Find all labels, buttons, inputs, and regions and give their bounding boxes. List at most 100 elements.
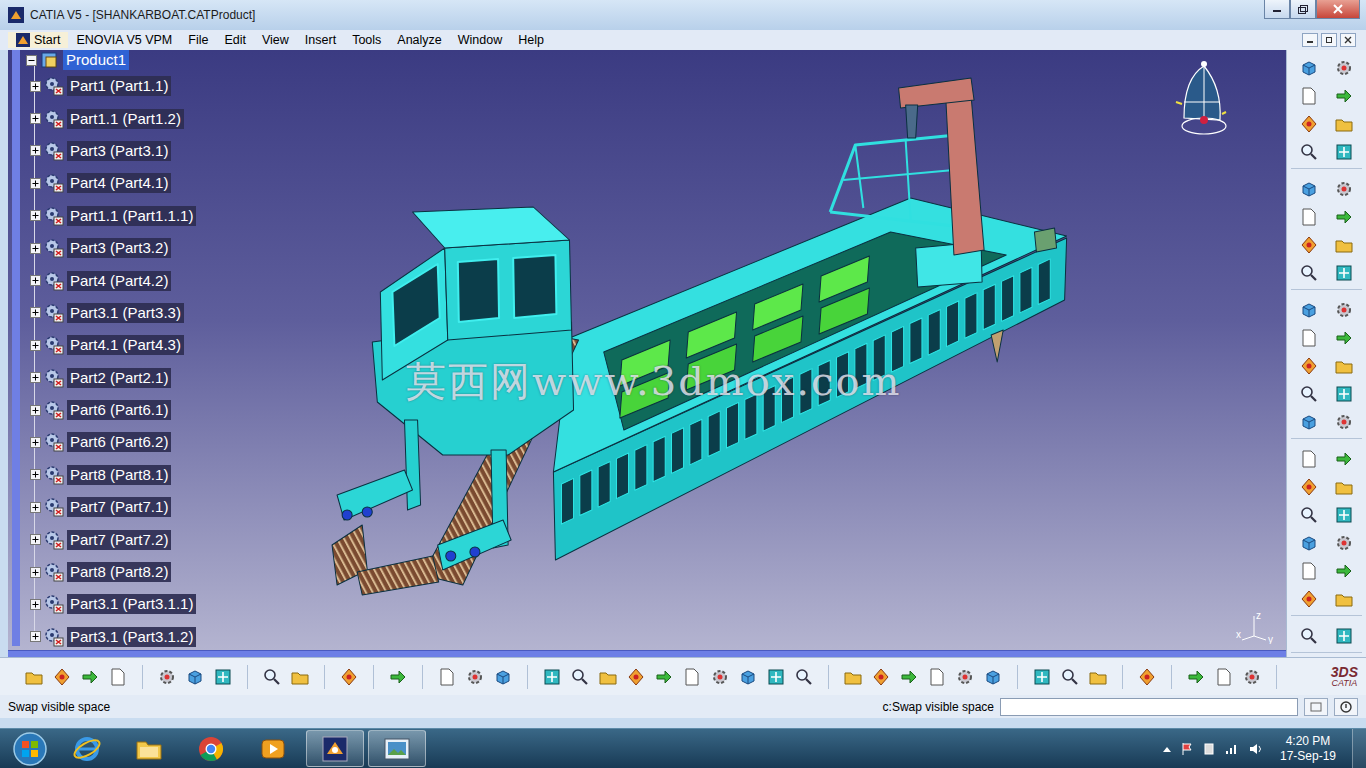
expander-icon[interactable] <box>30 437 41 448</box>
toolbar-button[interactable] <box>463 665 487 689</box>
tree-item[interactable]: Part1.1 (Part1.1.1) <box>26 200 196 232</box>
tree-item[interactable]: Part3 (Part3.2) <box>26 232 196 264</box>
toolbar-button[interactable] <box>1332 354 1356 378</box>
toolbar-button[interactable] <box>106 665 130 689</box>
boat-model[interactable] <box>8 50 1286 650</box>
toolbar-button[interactable] <box>435 665 459 689</box>
expander-icon[interactable] <box>30 113 41 124</box>
tree-label[interactable]: Part4 (Part4.1) <box>67 173 171 193</box>
3d-viewport[interactable]: 莫西网www.3dmox.comProduct1Part1 (Part1.1)P… <box>8 50 1286 650</box>
tree-item[interactable]: Part1.1 (Part1.2) <box>26 102 196 134</box>
toolbar-button[interactable] <box>568 665 592 689</box>
toolbar-button[interactable] <box>1332 447 1356 471</box>
tree-item[interactable]: Part1 (Part1.1) <box>26 70 196 102</box>
expander-icon[interactable] <box>30 469 41 480</box>
viewport-scrollbar[interactable] <box>8 650 1286 657</box>
taskbar-app[interactable] <box>58 730 116 767</box>
toolbar-button[interactable] <box>1332 205 1356 229</box>
menu-item[interactable]: View <box>254 32 297 48</box>
toolbar-button[interactable] <box>1297 205 1321 229</box>
toolbar-button[interactable] <box>1297 382 1321 406</box>
toolbar-button[interactable] <box>1030 665 1054 689</box>
toolbar-button[interactable] <box>1297 261 1321 285</box>
toolbar-button[interactable] <box>1332 531 1356 555</box>
tree-label[interactable]: Part8 (Part8.1) <box>67 465 171 485</box>
command-input[interactable] <box>1000 698 1298 716</box>
toolbar-button[interactable] <box>1332 503 1356 527</box>
toolbar-button[interactable] <box>386 665 410 689</box>
taskbar-app[interactable] <box>244 730 302 767</box>
tree-label[interactable]: Part1.1 (Part1.2) <box>67 109 184 129</box>
toolbar-button[interactable] <box>1058 665 1082 689</box>
toolbar-button[interactable] <box>1297 140 1321 164</box>
tree-label[interactable]: Part7 (Part7.1) <box>67 497 171 517</box>
toolbar-button[interactable] <box>953 665 977 689</box>
toolbar-button[interactable] <box>1297 84 1321 108</box>
toolbar-button[interactable] <box>1332 261 1356 285</box>
toolbar-button[interactable] <box>1297 112 1321 136</box>
toolbar-button[interactable] <box>211 665 235 689</box>
toolbar-button[interactable] <box>897 665 921 689</box>
toolbar-button[interactable] <box>1297 298 1321 322</box>
expander-icon[interactable] <box>30 145 41 156</box>
tree-label[interactable]: Part2 (Part2.1) <box>67 368 171 388</box>
expander-icon[interactable] <box>30 340 41 351</box>
tree-item[interactable]: Part3.1 (Part3.1.2) <box>26 621 196 650</box>
command-button[interactable] <box>1304 698 1328 716</box>
toolbar-button[interactable] <box>1297 410 1321 434</box>
toolbar-button[interactable] <box>78 665 102 689</box>
expander-icon[interactable] <box>30 599 41 610</box>
expander-icon[interactable] <box>30 631 41 642</box>
expander-icon[interactable] <box>30 534 41 545</box>
network-icon[interactable] <box>1224 742 1240 756</box>
tree-root[interactable]: Product1 <box>26 50 196 70</box>
toolbar-button[interactable] <box>624 665 648 689</box>
tree-label[interactable]: Part8 (Part8.2) <box>67 562 171 582</box>
toolbar-button[interactable] <box>1332 559 1356 583</box>
menu-item[interactable]: Window <box>450 32 510 48</box>
toolbar-button[interactable] <box>792 665 816 689</box>
toolbar-button[interactable] <box>841 665 865 689</box>
stop-button[interactable] <box>1334 698 1358 716</box>
tree-item[interactable]: Part6 (Part6.1) <box>26 394 196 426</box>
toolbar-button[interactable] <box>981 665 1005 689</box>
toolbar-button[interactable] <box>1297 177 1321 201</box>
device-icon[interactable] <box>1202 742 1216 756</box>
menu-item[interactable]: Analyze <box>389 32 449 48</box>
toolbar-button[interactable] <box>680 665 704 689</box>
toolbar-button[interactable] <box>1332 112 1356 136</box>
toolbar-button[interactable] <box>1332 410 1356 434</box>
toolbar-button[interactable] <box>1135 665 1159 689</box>
expander-icon[interactable] <box>30 502 41 513</box>
toolbar-button[interactable] <box>1297 233 1321 257</box>
toolbar-button[interactable] <box>1086 665 1110 689</box>
tree-item[interactable]: Part8 (Part8.2) <box>26 556 196 588</box>
clock[interactable]: 4:20 PM17-Sep-19 <box>1272 734 1344 764</box>
toolbar-button[interactable] <box>1332 56 1356 80</box>
tree-label[interactable]: Part3.1 (Part3.3) <box>67 303 184 323</box>
toolbar-button[interactable] <box>1297 559 1321 583</box>
tree-label[interactable]: Part6 (Part6.1) <box>67 400 171 420</box>
toolbar-button[interactable] <box>1332 475 1356 499</box>
expander-icon[interactable] <box>30 405 41 416</box>
toolbar-button[interactable] <box>1297 326 1321 350</box>
toolbar-button[interactable] <box>1297 624 1321 648</box>
expander-icon[interactable] <box>30 210 41 221</box>
tree-item[interactable]: Part3.1 (Part3.3) <box>26 297 196 329</box>
toolbar-button[interactable] <box>288 665 312 689</box>
tree-label[interactable]: Part4.1 (Part4.3) <box>67 335 184 355</box>
tree-item[interactable]: Part4 (Part4.2) <box>26 264 196 296</box>
menu-item[interactable]: Start <box>8 32 68 48</box>
toolbar-button[interactable] <box>1184 665 1208 689</box>
taskbar-app[interactable] <box>306 730 364 767</box>
tree-label[interactable]: Part6 (Part6.2) <box>67 432 171 452</box>
show-hidden-icon[interactable] <box>1162 745 1172 753</box>
menu-item[interactable]: ENOVIA V5 VPM <box>68 32 180 48</box>
menu-item[interactable]: Insert <box>297 32 344 48</box>
tree-label[interactable]: Part3 (Part3.2) <box>67 238 171 258</box>
toolbar-button[interactable] <box>1240 665 1264 689</box>
tree-scrollbar[interactable] <box>12 50 20 646</box>
tree-label[interactable]: Part3.1 (Part3.1.2) <box>67 627 196 647</box>
toolbar-button[interactable] <box>1297 475 1321 499</box>
tree-item[interactable]: Part2 (Part2.1) <box>26 362 196 394</box>
